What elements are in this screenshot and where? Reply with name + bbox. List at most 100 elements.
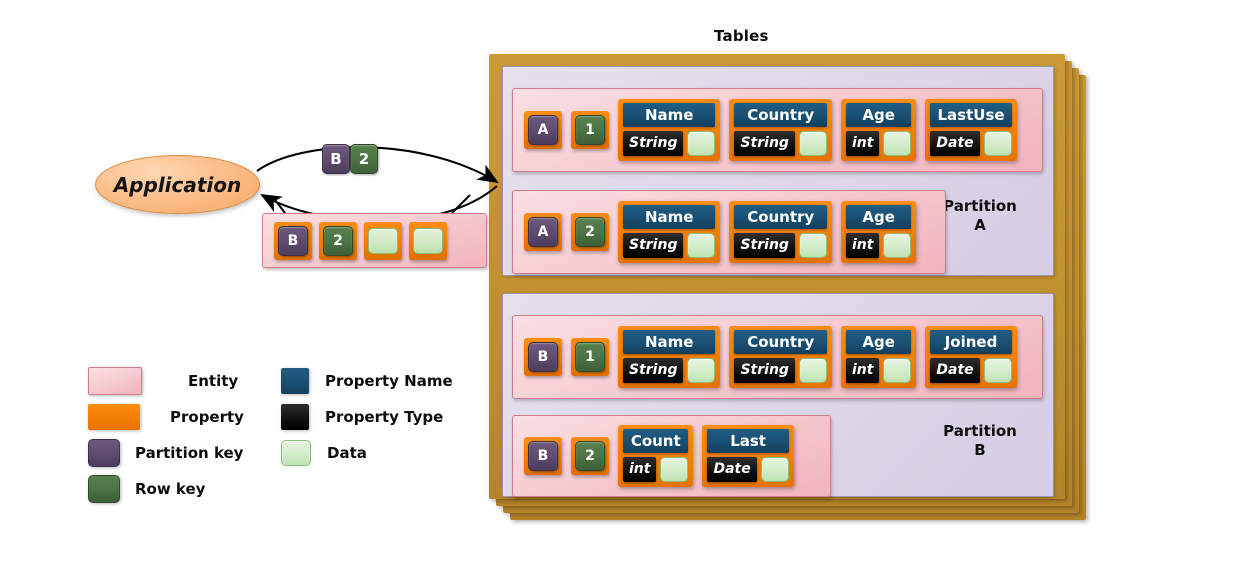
request-row-key-chip: 2	[350, 144, 378, 174]
legend-item-property-name: Property Name	[281, 368, 453, 394]
row-key-cell[interactable]: 1	[571, 111, 609, 149]
entity-row[interactable]: A 1 Name String Country String Age int L…	[512, 88, 1043, 172]
row-key-cell[interactable]: 2	[319, 221, 357, 260]
property-box[interactable]: Country String	[729, 99, 832, 161]
property-name: Country	[734, 205, 827, 229]
property-value-row: Date	[930, 357, 1012, 383]
property-box[interactable]: Count int	[618, 425, 694, 487]
legend-row: Row key	[88, 471, 488, 507]
property-type: String	[734, 232, 795, 258]
property-data[interactable]	[687, 130, 716, 156]
property-type: String	[734, 357, 795, 383]
partition-key-cell[interactable]: A	[524, 111, 562, 149]
data-cell[interactable]	[409, 221, 447, 260]
entity-keys: B 2	[524, 437, 609, 475]
property-data[interactable]	[687, 232, 716, 258]
request-key-chips[interactable]: B 2	[322, 144, 378, 174]
property-box[interactable]: Name String	[618, 201, 721, 263]
property-box[interactable]: Last Date	[702, 425, 794, 487]
property-box[interactable]: Name String	[618, 326, 721, 388]
entity-keys: A 1	[524, 111, 609, 149]
row-key-chip: 2	[575, 441, 605, 471]
property-name: Age	[845, 330, 912, 354]
property-data[interactable]	[983, 130, 1012, 156]
property-box[interactable]: Name String	[618, 99, 721, 161]
property-value-row: String	[623, 357, 716, 383]
property-name: Joined	[930, 330, 1012, 354]
legend-label: Entity	[188, 372, 239, 390]
property-value-row: String	[734, 130, 827, 156]
entity-properties: Name String Country String Age int LastU…	[618, 99, 1017, 161]
property-data[interactable]	[760, 456, 789, 482]
legend-item-property: Property	[88, 404, 281, 430]
property-data[interactable]	[660, 456, 689, 482]
result-entity-row[interactable]: B 2	[262, 213, 487, 268]
entity-properties: Name String Country String Age int	[618, 201, 917, 263]
property-name: Country	[734, 103, 827, 127]
property-name: LastUse	[930, 103, 1012, 127]
row-key-cell[interactable]: 2	[571, 437, 609, 475]
property-box[interactable]: LastUse Date	[925, 99, 1017, 161]
property-type: String	[623, 130, 684, 156]
partition-key-cell[interactable]: A	[524, 213, 562, 251]
property-value-row: String	[734, 232, 827, 258]
entity-keys: A 2	[524, 213, 609, 251]
property-data[interactable]	[798, 130, 827, 156]
property-data[interactable]	[798, 357, 827, 383]
legend-item-partition-key: Partition key	[88, 439, 281, 467]
row-key-chip: 2	[323, 225, 353, 256]
property-data[interactable]	[983, 357, 1012, 383]
property-name: Name	[623, 330, 716, 354]
property-data[interactable]	[687, 357, 716, 383]
entity-swatch-icon	[88, 367, 142, 395]
property-box[interactable]: Age int	[840, 326, 917, 388]
data-chip	[413, 227, 443, 254]
legend-item-entity: Entity	[88, 367, 281, 395]
partition-key-chip: B	[278, 225, 308, 256]
legend-row: Entity Property Name	[88, 363, 488, 399]
partition-key-cell[interactable]: B	[524, 338, 562, 376]
property-data[interactable]	[883, 232, 912, 258]
property-name: Age	[845, 205, 912, 229]
property-box[interactable]: Country String	[729, 326, 832, 388]
property-data[interactable]	[798, 232, 827, 258]
partition-b-label: Partition B	[925, 422, 1035, 460]
entity-row[interactable]: A 2 Name String Country String Age int	[512, 190, 946, 274]
property-data[interactable]	[883, 357, 912, 383]
property-box[interactable]: Age int	[840, 201, 917, 263]
legend-label: Property	[170, 408, 244, 426]
row-key-chip: 1	[575, 342, 605, 372]
row-key-swatch-icon	[88, 475, 120, 503]
legend-row: Partition key Data	[88, 435, 488, 471]
application-node[interactable]: Application	[95, 155, 260, 214]
partition-key-cell[interactable]: B	[274, 221, 312, 260]
row-key-cell[interactable]: 2	[571, 213, 609, 251]
property-value-row: String	[734, 357, 827, 383]
property-box[interactable]: Joined Date	[925, 326, 1017, 388]
property-type: Date	[707, 456, 757, 482]
partition-key-chip: B	[528, 342, 558, 372]
property-value-row: int	[845, 357, 912, 383]
data-swatch-icon	[281, 440, 311, 466]
row-key-chip: 2	[575, 217, 605, 247]
entity-row[interactable]: B 2 Count int Last Date	[512, 415, 831, 497]
property-name: Name	[623, 205, 716, 229]
entity-row[interactable]: B 1 Name String Country String Age int J…	[512, 315, 1043, 399]
property-box[interactable]: Country String	[729, 201, 832, 263]
legend-label: Property Name	[325, 372, 453, 390]
partition-key-cell[interactable]: B	[524, 437, 562, 475]
row-key-cell[interactable]: 1	[571, 338, 609, 376]
data-chip	[368, 227, 398, 254]
property-type: int	[845, 232, 880, 258]
property-data[interactable]	[883, 130, 912, 156]
property-value-row: int	[845, 130, 912, 156]
legend-row: Property Property Type	[88, 399, 488, 435]
property-type: String	[734, 130, 795, 156]
property-type: int	[845, 130, 880, 156]
legend-item-row-key: Row key	[88, 475, 281, 503]
entity-properties: Name String Country String Age int Joine…	[618, 326, 1017, 388]
partition-key-chip: B	[528, 441, 558, 471]
data-cell[interactable]	[364, 221, 402, 260]
legend-item-property-type: Property Type	[281, 404, 443, 430]
property-box[interactable]: Age int	[840, 99, 917, 161]
